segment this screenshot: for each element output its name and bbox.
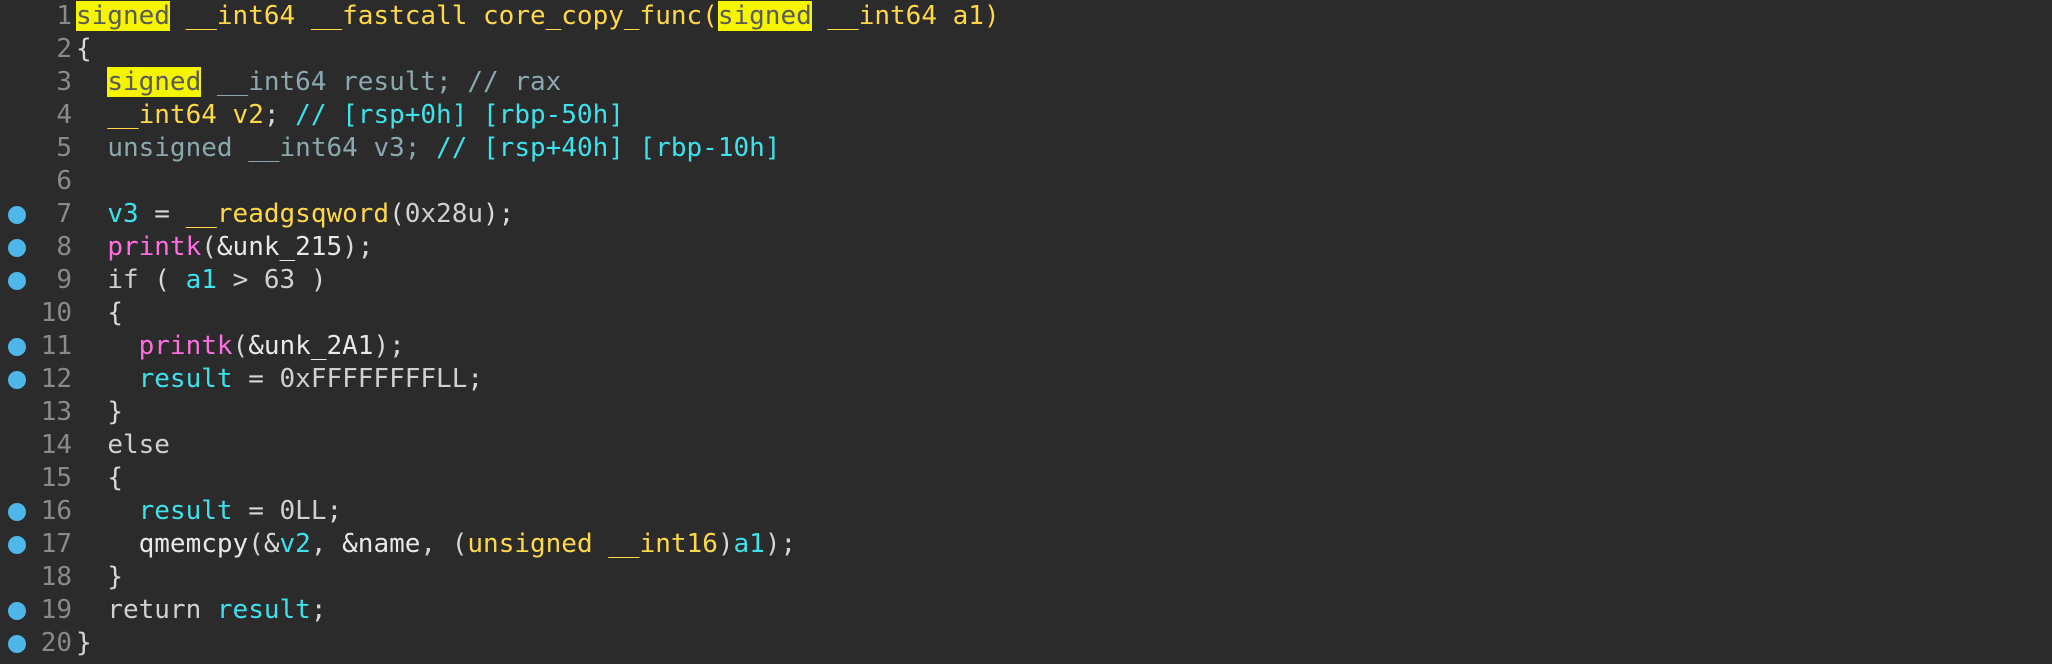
line-number: 12: [40, 364, 72, 394]
code-text[interactable]: {: [76, 462, 123, 495]
breakpoint-dot[interactable]: [8, 503, 26, 521]
code-text[interactable]: printk(&unk_2A1);: [76, 330, 405, 363]
code-line[interactable]: 11 printk(&unk_2A1);: [0, 330, 2052, 363]
code-line[interactable]: 20 }: [0, 627, 2052, 660]
line-number: 20: [40, 628, 72, 658]
line-number: 18: [40, 562, 72, 592]
code-text[interactable]: signed __int64 __fastcall core_copy_func…: [76, 0, 1000, 33]
keyword-signed[interactable]: signed: [76, 1, 170, 31]
code-text[interactable]: if ( a1 > 63 ): [76, 264, 326, 297]
code-text[interactable]: result = 0LL;: [76, 495, 343, 528]
line-number: 16: [40, 496, 72, 526]
code-text[interactable]: result = 0xFFFFFFFFLL;: [76, 363, 483, 396]
line-number: 11: [40, 331, 72, 361]
code-text[interactable]: signed __int64 result; // rax: [76, 66, 561, 99]
code-text[interactable]: v3 = __readgsqword(0x28u);: [76, 198, 514, 231]
code-text[interactable]: {: [76, 297, 123, 330]
code-text[interactable]: else: [76, 429, 170, 462]
function-call[interactable]: printk: [139, 331, 233, 361]
breakpoint-dot[interactable]: [8, 635, 26, 653]
code-line[interactable]: 4 __int64 v2; // [rsp+0h] [rbp-50h]: [0, 99, 2052, 132]
function-name[interactable]: core_copy_func: [483, 1, 702, 31]
function-call[interactable]: __readgsqword: [186, 199, 390, 229]
function-call[interactable]: printk: [107, 232, 201, 262]
line-number: 14: [40, 430, 72, 460]
breakpoint-dot[interactable]: [8, 239, 26, 257]
line-number: 1: [56, 1, 72, 31]
code-line[interactable]: 13 }: [0, 396, 2052, 429]
keyword-signed[interactable]: signed: [107, 67, 202, 97]
line-number: 17: [40, 529, 72, 559]
line-number: 15: [40, 463, 72, 493]
line-number: 4: [56, 100, 72, 130]
code-text[interactable]: printk(&unk_215);: [76, 231, 373, 264]
code-line[interactable]: 7 v3 = __readgsqword(0x28u);: [0, 198, 2052, 231]
breakpoint-dot[interactable]: [8, 272, 26, 290]
code-text[interactable]: __int64 v2; // [rsp+0h] [rbp-50h]: [76, 99, 624, 132]
code-line[interactable]: 16 result = 0LL;: [0, 495, 2052, 528]
breakpoint-dot[interactable]: [8, 338, 26, 356]
param-a1[interactable]: a1: [734, 529, 765, 559]
breakpoint-dot[interactable]: [8, 206, 26, 224]
line-number: 10: [40, 298, 72, 328]
breakpoint-dot[interactable]: [8, 371, 26, 389]
code-line[interactable]: 5 unsigned __int64 v3; // [rsp+40h] [rbp…: [0, 132, 2052, 165]
code-line[interactable]: 8 printk(&unk_215);: [0, 231, 2052, 264]
code-text[interactable]: }: [76, 561, 123, 594]
code-line[interactable]: 14 else: [0, 429, 2052, 462]
line-number: 5: [56, 133, 72, 163]
var-v3[interactable]: v3: [373, 133, 404, 163]
line-number: 7: [56, 199, 72, 229]
var-v2[interactable]: v2: [280, 529, 311, 559]
code-text[interactable]: }: [76, 627, 92, 660]
code-line[interactable]: 17 qmemcpy(&v2, &name, (unsigned __int16…: [0, 528, 2052, 561]
var-v3[interactable]: v3: [107, 199, 138, 229]
code-line[interactable]: 1 signed __int64 __fastcall core_copy_fu…: [0, 0, 2052, 33]
function-call[interactable]: qmemcpy: [139, 529, 249, 559]
pseudocode-view[interactable]: 1 signed __int64 __fastcall core_copy_fu…: [0, 0, 2052, 664]
line-number: 13: [40, 397, 72, 427]
code-text[interactable]: qmemcpy(&v2, &name, (unsigned __int16)a1…: [76, 528, 797, 561]
code-text[interactable]: unsigned __int64 v3; // [rsp+40h] [rbp-1…: [76, 132, 780, 165]
param-a1[interactable]: a1: [953, 1, 984, 31]
breakpoint-dot[interactable]: [8, 536, 26, 554]
code-line[interactable]: 2 {: [0, 33, 2052, 66]
breakpoint-dot[interactable]: [8, 602, 26, 620]
line-number: 9: [56, 265, 72, 295]
line-number: 8: [56, 232, 72, 262]
code-line[interactable]: 6: [0, 165, 2052, 198]
line-number: 2: [56, 34, 72, 64]
code-text[interactable]: {: [76, 33, 92, 66]
line-number: 19: [40, 595, 72, 625]
code-line[interactable]: 12 result = 0xFFFFFFFFLL;: [0, 363, 2052, 396]
keyword-signed[interactable]: signed: [717, 1, 812, 31]
code-line[interactable]: 19 return result;: [0, 594, 2052, 627]
code-line[interactable]: 15 {: [0, 462, 2052, 495]
code-line[interactable]: 9 if ( a1 > 63 ): [0, 264, 2052, 297]
code-text[interactable]: return result;: [76, 594, 326, 627]
code-line[interactable]: 18 }: [0, 561, 2052, 594]
code-line[interactable]: 10 {: [0, 297, 2052, 330]
code-line[interactable]: 3 signed __int64 result; // rax: [0, 66, 2052, 99]
line-number: 6: [56, 166, 72, 196]
var-v2[interactable]: v2: [233, 100, 264, 130]
code-text[interactable]: }: [76, 396, 123, 429]
param-a1[interactable]: a1: [186, 265, 217, 295]
line-number: 3: [56, 67, 72, 97]
